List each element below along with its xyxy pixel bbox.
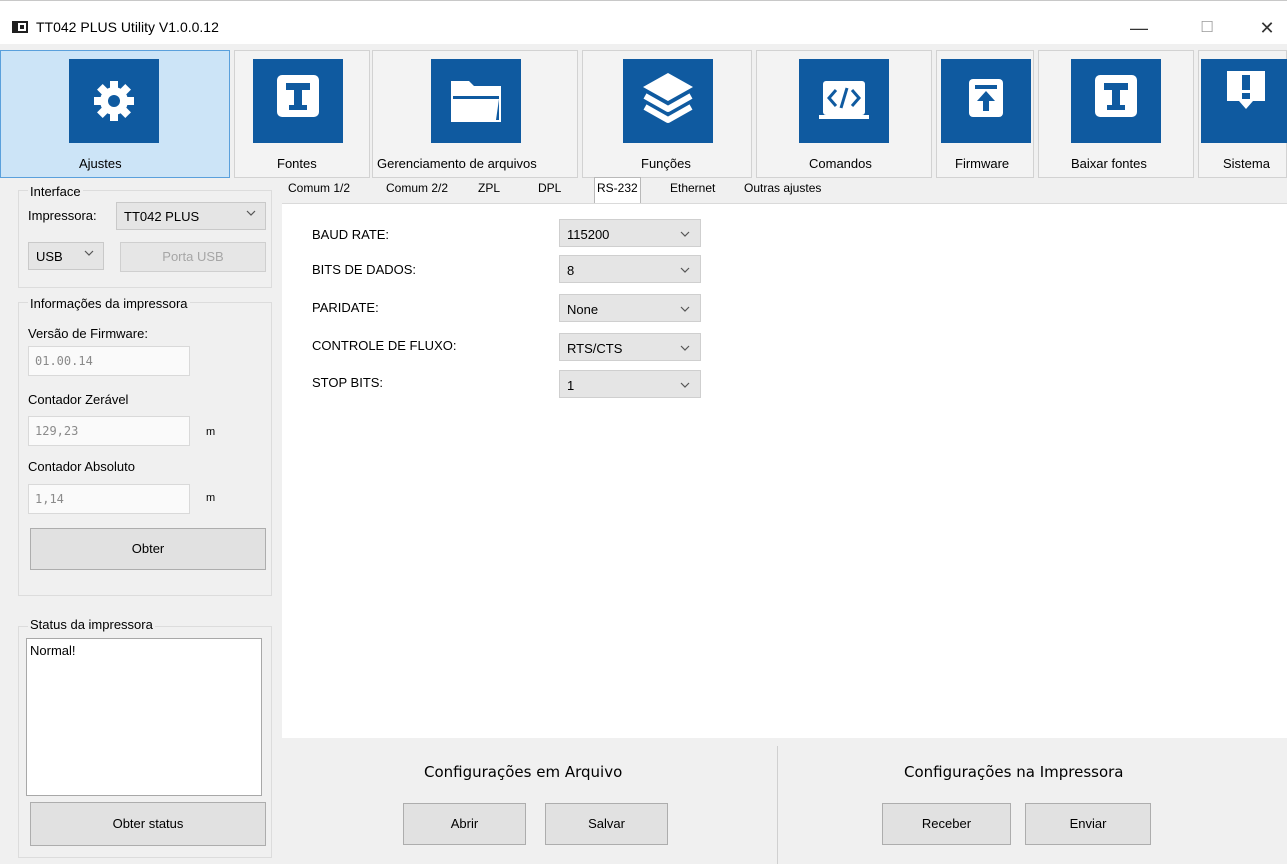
alert-icon — [1201, 59, 1287, 143]
chevron-down-icon — [84, 250, 94, 256]
data-bits-select[interactable]: 8 — [559, 255, 701, 283]
toolbar-fontes-label: Fontes — [277, 156, 317, 171]
printer-config-title: Configurações na Impressora — [904, 763, 1124, 781]
layers-icon — [623, 59, 713, 143]
tab-zpl[interactable]: ZPL — [478, 181, 500, 205]
printer-status-title: Status da impressora — [28, 617, 155, 632]
toolbar-firmware-label: Firmware — [955, 156, 1010, 171]
folder-icon — [431, 59, 521, 143]
footer-divider — [777, 746, 778, 864]
toolbar-comandos-button[interactable]: Comandos — [756, 50, 932, 178]
toolbar-ajustes-label: Ajustes — [79, 156, 122, 171]
gear-icon — [69, 59, 159, 143]
parity-value: None — [567, 302, 599, 317]
close-button[interactable]: ✕ — [1252, 15, 1282, 41]
toolbar-sistema-button[interactable]: Sistema — [1198, 50, 1287, 178]
parity-select[interactable]: None — [559, 294, 701, 322]
get-status-button[interactable]: Obter status — [30, 802, 266, 846]
minimize-button[interactable]: — — [1124, 15, 1154, 41]
interface-group-title: Interface — [28, 184, 83, 199]
send-config-button[interactable]: Enviar — [1025, 803, 1151, 845]
toolbar-arquivos-button[interactable]: Gerenciamento de arquivos — [372, 50, 578, 178]
chevron-down-icon — [680, 267, 690, 273]
abs-counter-field: 1,14 — [28, 484, 190, 514]
status-textbox[interactable]: Normal! — [26, 638, 262, 796]
port-type-select[interactable]: USB — [28, 242, 104, 270]
flow-control-select[interactable]: RTS/CTS — [559, 333, 701, 361]
stop-bits-value: 1 — [567, 378, 575, 393]
toolbar-sistema-label: Sistema — [1223, 156, 1270, 171]
app-window: TT042 PLUS Utility V1.0.0.12 — ☐ ✕ Ajust… — [0, 0, 1287, 864]
font-t-icon — [1071, 59, 1161, 143]
baud-rate-value: 115200 — [567, 227, 610, 242]
toolbar-ajustes-button[interactable]: Ajustes — [0, 50, 230, 178]
receive-config-button[interactable]: Receber — [882, 803, 1011, 845]
code-icon — [799, 59, 889, 143]
maximize-button[interactable]: ☐ — [1192, 15, 1222, 41]
tab-comum-1[interactable]: Comum 1/2 — [288, 181, 350, 205]
app-icon — [12, 21, 28, 33]
title-bar: TT042 PLUS Utility V1.0.0.12 — ☐ ✕ — [0, 0, 1287, 44]
data-bits-label: BITS DE DADOS: — [312, 262, 417, 277]
main-toolbar: Ajustes Fontes Gerenciamento de arquivos… — [0, 48, 1287, 180]
file-config-title: Configurações em Arquivo — [424, 763, 623, 781]
upload-icon — [941, 59, 1031, 143]
rs232-tab-page — [282, 203, 1287, 738]
toolbar-baixar-fontes-label: Baixar fontes — [1071, 156, 1147, 171]
get-info-button[interactable]: Obter — [30, 528, 266, 570]
tab-ethernet[interactable]: Ethernet — [670, 181, 715, 205]
parity-label: PARIDATE: — [312, 300, 379, 315]
printer-select[interactable]: TT042 PLUS — [116, 202, 266, 230]
toolbar-comandos-label: Comandos — [809, 156, 872, 171]
toolbar-firmware-button[interactable]: Firmware — [936, 50, 1034, 178]
save-file-button[interactable]: Salvar — [545, 803, 668, 845]
font-t-icon — [253, 59, 343, 143]
toolbar-baixar-fontes-button[interactable]: Baixar fontes — [1038, 50, 1194, 178]
chevron-down-icon — [680, 345, 690, 351]
tab-comum-2[interactable]: Comum 2/2 — [386, 181, 448, 205]
toolbar-funcoes-button[interactable]: Funções — [582, 50, 752, 178]
printer-info-title: Informações da impressora — [28, 296, 190, 311]
chevron-down-icon — [246, 210, 256, 216]
usb-port-button[interactable]: Porta USB — [120, 242, 266, 272]
flow-control-value: RTS/CTS — [567, 341, 623, 356]
firmware-label: Versão de Firmware: — [28, 326, 148, 341]
printer-select-value: TT042 PLUS — [124, 209, 200, 224]
firmware-version-field: 01.00.14 — [28, 346, 190, 376]
tab-dpl[interactable]: DPL — [538, 181, 561, 205]
chevron-down-icon — [680, 382, 690, 388]
toolbar-arquivos-label: Gerenciamento de arquivos — [377, 156, 537, 171]
config-footer — [282, 738, 1287, 864]
chevron-down-icon — [680, 231, 690, 237]
reset-counter-field: 129,23 — [28, 416, 190, 446]
open-file-button[interactable]: Abrir — [403, 803, 526, 845]
window-title: TT042 PLUS Utility V1.0.0.12 — [36, 19, 219, 35]
data-bits-value: 8 — [567, 263, 575, 278]
reset-counter-label: Contador Zerável — [28, 392, 129, 407]
port-type-value: USB — [36, 249, 63, 264]
chevron-down-icon — [680, 306, 690, 312]
toolbar-fontes-button[interactable]: Fontes — [234, 50, 370, 178]
abs-counter-unit: m — [206, 492, 216, 504]
stop-bits-select[interactable]: 1 — [559, 370, 701, 398]
printer-label: Impressora: — [28, 208, 97, 223]
flow-control-label: CONTROLE DE FLUXO: — [312, 338, 457, 353]
baud-rate-select[interactable]: 115200 — [559, 219, 701, 247]
toolbar-funcoes-label: Funções — [641, 156, 691, 171]
reset-counter-unit: m — [206, 426, 216, 438]
abs-counter-label: Contador Absoluto — [28, 459, 135, 474]
tab-rs232[interactable]: RS-232 — [594, 177, 641, 203]
baud-rate-label: BAUD RATE: — [312, 227, 390, 242]
stop-bits-label: STOP BITS: — [312, 375, 384, 390]
tab-outras-ajustes[interactable]: Outras ajustes — [744, 181, 821, 205]
